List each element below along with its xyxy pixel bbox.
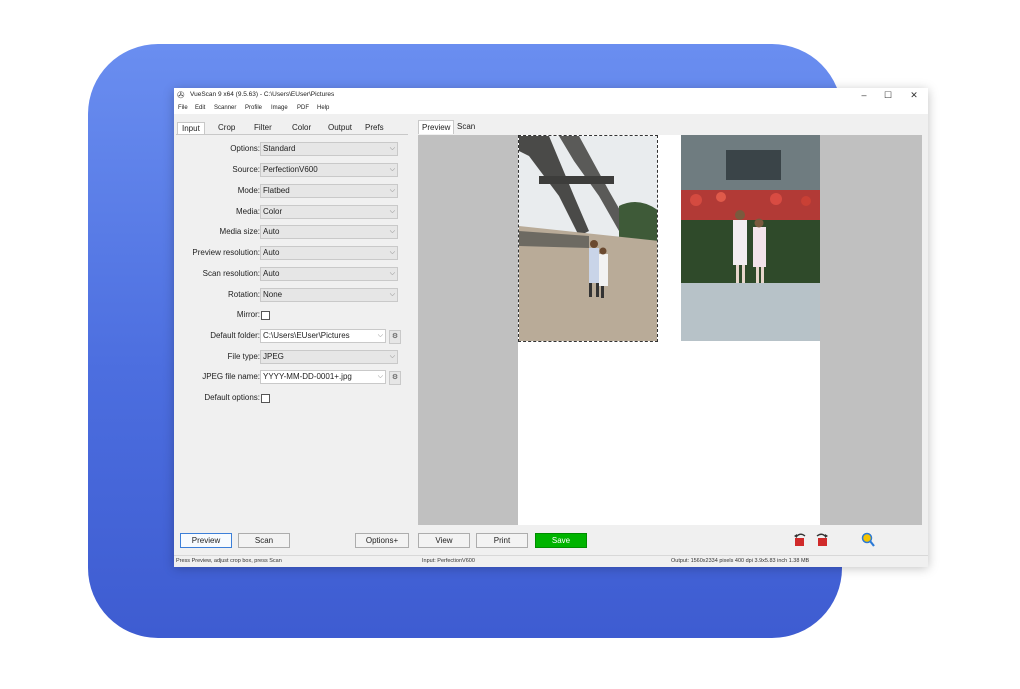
menu-pdf[interactable]: PDF	[297, 104, 309, 113]
save-button[interactable]: Save	[535, 533, 587, 548]
menu-profile[interactable]: Profile	[245, 104, 262, 113]
jpeg-file-name-value: YYYY-MM-DD-0001+.jpg	[263, 372, 352, 381]
mirror-checkbox[interactable]	[261, 311, 270, 320]
chevron-down-icon: ⌵	[389, 166, 395, 173]
garden-photo-image	[681, 135, 820, 341]
menu-help[interactable]: Help	[317, 104, 329, 113]
chevron-down-icon: ⌵	[389, 270, 395, 277]
status-hint: Press Preview, adjust crop box, press Sc…	[176, 558, 282, 564]
media-size-label: Media size:	[219, 227, 260, 236]
preview-resolution-value: Auto	[263, 248, 280, 257]
media-value: Color	[263, 207, 283, 216]
chevron-down-icon: ⌵	[377, 332, 383, 339]
rotation-select[interactable]: None ⌵	[260, 288, 398, 302]
mode-value: Flatbed	[263, 186, 290, 195]
scan-resolution-select[interactable]: Auto ⌵	[260, 267, 398, 281]
default-options-label: Default options:	[204, 393, 260, 402]
menu-image[interactable]: Image	[271, 104, 288, 113]
status-bar: Press Preview, adjust crop box, press Sc…	[174, 555, 928, 567]
input-tab-panel: Options: Standard ⌵ Source: PerfectionV60…	[176, 134, 408, 524]
media-size-select[interactable]: Auto ⌵	[260, 225, 398, 239]
gear-icon[interactable]: ⚙	[389, 330, 401, 344]
jpeg-file-name-label: JPEG file name:	[202, 372, 260, 381]
photo-garden[interactable]	[681, 135, 820, 341]
status-output: Output: 1560x2334 pixels 400 dpi 3.9x5.8…	[671, 558, 810, 564]
photo-eiffel-tower[interactable]	[518, 135, 658, 342]
chevron-down-icon: ⌵	[389, 187, 395, 194]
default-folder-label: Default folder:	[210, 331, 260, 340]
preview-canvas[interactable]	[418, 135, 922, 525]
menu-edit[interactable]: Edit	[195, 104, 205, 113]
rotation-value: None	[263, 290, 283, 299]
mode-select[interactable]: Flatbed ⌵	[260, 184, 398, 198]
preview-button[interactable]: Preview	[180, 533, 232, 548]
mirror-label: Mirror:	[236, 310, 260, 319]
menu-file[interactable]: File	[178, 104, 188, 113]
tab-scan[interactable]: Scan	[454, 120, 478, 133]
options-label: Options:	[230, 144, 260, 153]
tab-filter[interactable]: Filter	[250, 122, 276, 134]
default-options-checkbox[interactable]	[261, 394, 270, 403]
window-title: VueScan 9 x64 (9.5.63) - C:\Users\EUser\…	[190, 91, 335, 98]
rotate-left-icon[interactable]	[792, 532, 808, 548]
media-size-value: Auto	[263, 227, 280, 236]
file-type-select[interactable]: JPEG ⌵	[260, 350, 398, 364]
tab-color[interactable]: Color	[288, 122, 315, 134]
gear-icon[interactable]: ⚙	[389, 371, 401, 385]
options-select[interactable]: Standard ⌵	[260, 142, 398, 156]
close-button[interactable]: ✕	[902, 88, 926, 102]
file-type-value: JPEG	[263, 352, 284, 361]
minimize-button[interactable]: –	[852, 88, 876, 102]
menu-scanner[interactable]: Scanner	[214, 104, 236, 113]
source-value: PerfectionV600	[263, 165, 318, 174]
status-input: Input: PerfectionV600	[422, 558, 475, 564]
rotate-right-icon[interactable]	[814, 532, 830, 548]
chevron-down-icon: ⌵	[389, 249, 395, 256]
tab-preview[interactable]: Preview	[418, 120, 455, 134]
source-select[interactable]: PerfectionV600 ⌵	[260, 163, 398, 177]
file-type-label: File type:	[227, 352, 260, 361]
print-button[interactable]: Print	[476, 533, 528, 548]
jpeg-file-name-input[interactable]: YYYY-MM-DD-0001+.jpg ⌵	[260, 370, 386, 384]
scan-resolution-value: Auto	[263, 269, 280, 278]
chevron-down-icon: ⌵	[389, 208, 395, 215]
maximize-button[interactable]: ☐	[876, 88, 900, 102]
chevron-down-icon: ⌵	[389, 353, 395, 360]
options-button[interactable]: Options+	[355, 533, 409, 548]
title-bar: ✇ VueScan 9 x64 (9.5.63) - C:\Users\EUse…	[174, 88, 928, 102]
media-label: Media:	[235, 207, 260, 216]
options-value: Standard	[263, 144, 296, 153]
source-label: Source:	[232, 165, 260, 174]
view-button[interactable]: View	[418, 533, 470, 548]
rotation-label: Rotation:	[227, 290, 260, 299]
tab-crop[interactable]: Crop	[214, 122, 239, 134]
chevron-down-icon: ⌵	[389, 145, 395, 152]
scan-resolution-label: Scan resolution:	[202, 269, 260, 278]
default-folder-input[interactable]: C:\Users\EUser\Pictures ⌵	[260, 329, 386, 343]
preview-resolution-label: Preview resolution:	[192, 248, 260, 257]
scan-button[interactable]: Scan	[238, 533, 290, 548]
default-folder-value: C:\Users\EUser\Pictures	[263, 331, 350, 340]
chevron-down-icon: ⌵	[377, 373, 383, 380]
menu-bar: File Edit Scanner Profile Image PDF Help	[174, 102, 928, 114]
chevron-down-icon: ⌵	[389, 228, 395, 235]
tab-output[interactable]: Output	[324, 122, 356, 134]
vuescan-window: ✇ VueScan 9 x64 (9.5.63) - C:\Users\EUse…	[174, 88, 928, 567]
preview-panel: Preview Scan	[416, 120, 926, 526]
app-icon: ✇	[177, 90, 185, 100]
preview-resolution-select[interactable]: Auto ⌵	[260, 246, 398, 260]
zoom-in-icon[interactable]	[860, 532, 876, 548]
eiffel-photo-image	[519, 136, 657, 341]
tab-prefs[interactable]: Prefs	[361, 122, 388, 134]
mode-label: Mode:	[237, 186, 260, 195]
media-select[interactable]: Color ⌵	[260, 205, 398, 219]
chevron-down-icon: ⌵	[389, 291, 395, 298]
